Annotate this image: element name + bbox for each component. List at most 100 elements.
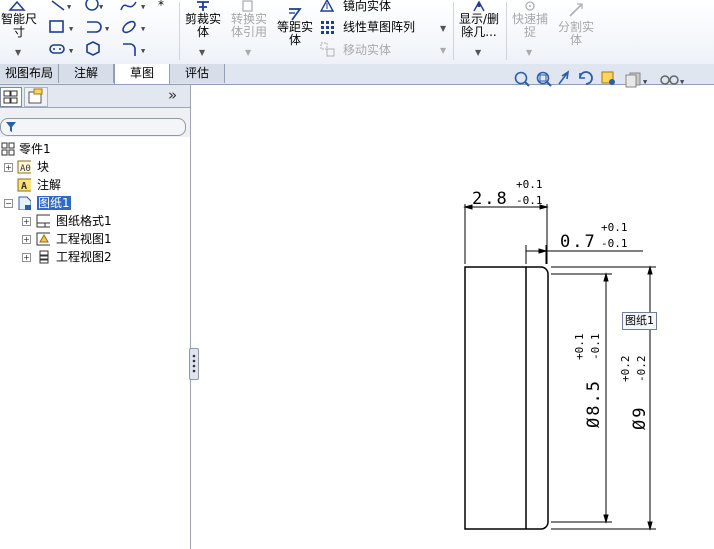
show-delete-dropdown-icon[interactable]: ▼: [475, 48, 481, 57]
outer-tolerance-lower: -0.2: [635, 356, 648, 383]
svg-text:▼: ▼: [141, 3, 146, 11]
trim-icon[interactable]: [195, 0, 211, 12]
expand-toggle-icon[interactable]: +: [22, 235, 31, 244]
tree-item-label: 注解: [37, 178, 62, 192]
ellipse-tool-icon[interactable]: ▼: [120, 18, 150, 36]
slot-tool-icon[interactable]: ▼: [84, 18, 114, 36]
expand-toggle-icon[interactable]: +: [4, 163, 13, 172]
filter-icon: [6, 122, 16, 132]
part-icon: [1, 142, 15, 156]
tab-evaluate[interactable]: 评估: [170, 64, 225, 83]
sheet-icon: [18, 196, 31, 210]
ribbon-separator: [179, 2, 180, 60]
spline-tool-icon[interactable]: ▼: [120, 0, 148, 12]
line-tool-icon[interactable]: ▼: [50, 0, 72, 12]
zoom-to-area-icon[interactable]: [536, 71, 552, 87]
tree-item-label: 工程视图1: [56, 232, 112, 246]
svg-text:▼: ▼: [99, 3, 104, 11]
chamfer-dimension-value[interactable]: 0.7: [560, 232, 597, 252]
expand-toggle-icon[interactable]: +: [22, 217, 31, 226]
move-entities-icon: [320, 42, 336, 58]
split-entities-button[interactable]: 分割实 体: [554, 21, 598, 47]
width-dimension[interactable]: [463, 204, 549, 264]
straight-slot-icon[interactable]: ▼: [48, 40, 78, 58]
polygon-tool-icon[interactable]: [84, 40, 106, 58]
tab-sketch[interactable]: 草图: [114, 64, 170, 84]
rebuild-icon[interactable]: [579, 71, 593, 85]
mirror-entities-icon[interactable]: [319, 0, 335, 12]
linear-pattern-button[interactable]: 线性草图阵列: [343, 21, 415, 34]
svg-text:▼: ▼: [141, 25, 146, 33]
inner-tolerance-upper: +0.1: [573, 334, 586, 361]
svg-text:A0: A0: [20, 164, 31, 174]
part-outline[interactable]: [464, 266, 549, 530]
quick-snaps-button[interactable]: 快速捕 捉: [509, 13, 551, 39]
drawing-view-icon: [36, 232, 50, 246]
annotation-icon: A: [17, 178, 31, 192]
split-entities-icon: [568, 2, 584, 18]
outer-tolerance-upper: +0.2: [619, 356, 632, 383]
convert-dropdown-icon[interactable]: ▼: [245, 48, 251, 57]
filter-bar[interactable]: [0, 118, 186, 136]
width-dimension-value[interactable]: 2.8: [472, 189, 509, 209]
svg-text:A: A: [21, 181, 27, 192]
show-delete-relations-button[interactable]: 显示/删 除几...: [456, 13, 502, 39]
zoom-to-fit-icon[interactable]: [514, 71, 530, 87]
tree-item-label: 图纸格式1: [56, 214, 112, 228]
move-dropdown-icon[interactable]: ▼: [440, 46, 446, 55]
panel-tab-bar: »: [0, 85, 190, 108]
inner-tolerance-lower: -0.1: [589, 334, 602, 361]
fillet-tool-icon[interactable]: ▼: [120, 40, 150, 58]
convert-entities-button[interactable]: 转换实 体引用: [228, 13, 270, 39]
linear-pattern-icon[interactable]: [320, 20, 336, 36]
svg-text:▼: ▼: [105, 25, 110, 33]
collapse-toggle-icon[interactable]: −: [4, 199, 13, 208]
offset-entities-button[interactable]: 等距实 体: [274, 21, 316, 47]
point-tool-icon[interactable]: *: [158, 0, 170, 12]
ribbon-separator: [453, 2, 454, 60]
tree-item-label: 工程视图2: [56, 250, 112, 264]
feature-tree: 零件1 + A0 块 A 注解 − 图纸1 + 图纸格式1 + 工程视图1 + …: [0, 137, 190, 549]
svg-text:▼: ▼: [69, 25, 74, 33]
convert-entities-icon: [241, 0, 255, 12]
command-manager-ribbon: 智能尺 寸 ▼ ▼ ▼ ▼ * ▼ ▼ ▼ ▼ ▼ 剪裁实 体 ▼ 转换实 体引…: [0, 0, 714, 65]
tree-item-label: 图纸1: [37, 196, 71, 210]
feature-manager-panel: » 零件1 + A0 块 A 注解 − 图纸1 + 图纸格式1 + 工程视图1 …: [0, 85, 191, 549]
expand-panel-icon[interactable]: »: [168, 86, 184, 104]
svg-text:▼: ▼: [141, 47, 146, 55]
smart-dimension-dropdown-icon[interactable]: ▼: [15, 48, 21, 57]
ribbon-separator: [506, 2, 507, 60]
feature-manager-tab-icon[interactable]: [0, 87, 22, 107]
show-delete-relations-icon[interactable]: [471, 0, 487, 12]
mirror-entities-button[interactable]: 镜向实体: [343, 0, 391, 13]
move-entities-button[interactable]: 移动实体: [343, 44, 391, 57]
block-icon: A0: [17, 160, 31, 174]
svg-text:▼: ▼: [67, 3, 72, 11]
rectangle-tool-icon[interactable]: ▼: [48, 18, 78, 36]
circle-tool-icon[interactable]: ▼: [84, 0, 106, 12]
chamfer-tolerance-upper: +0.1: [601, 221, 628, 234]
sheet-tag[interactable]: 图纸1: [622, 312, 657, 330]
display-style-icon[interactable]: [601, 71, 615, 85]
tab-view-layout[interactable]: 视图布局: [0, 64, 59, 83]
smart-dimension-icon[interactable]: [8, 0, 26, 12]
property-manager-tab-icon[interactable]: [24, 87, 48, 107]
outer-diameter-value[interactable]: Ø9: [630, 406, 650, 430]
drawing-view2-icon: [39, 250, 49, 264]
width-tolerance-lower: -0.1: [516, 194, 543, 207]
svg-text:▼: ▼: [69, 47, 74, 55]
sheet-format-icon: [36, 214, 50, 228]
smart-dimension-button[interactable]: 智能尺 寸: [0, 13, 38, 39]
width-tolerance-upper: +0.1: [516, 178, 543, 191]
trim-dropdown-icon[interactable]: ▼: [199, 48, 205, 57]
quick-snaps-icon: [523, 0, 537, 12]
inner-diameter-value[interactable]: Ø8.5: [584, 379, 604, 428]
trim-entities-button[interactable]: 剪裁实 体: [183, 13, 223, 39]
quick-snaps-dropdown-icon[interactable]: ▼: [526, 48, 532, 57]
linear-pattern-dropdown-icon[interactable]: ▼: [440, 24, 446, 33]
expand-toggle-icon[interactable]: +: [22, 253, 31, 262]
chamfer-tolerance-lower: -0.1: [601, 237, 628, 250]
tab-annotation[interactable]: 注解: [59, 64, 114, 83]
tree-item-label: 零件1: [19, 142, 51, 156]
previous-view-icon[interactable]: [558, 70, 570, 85]
